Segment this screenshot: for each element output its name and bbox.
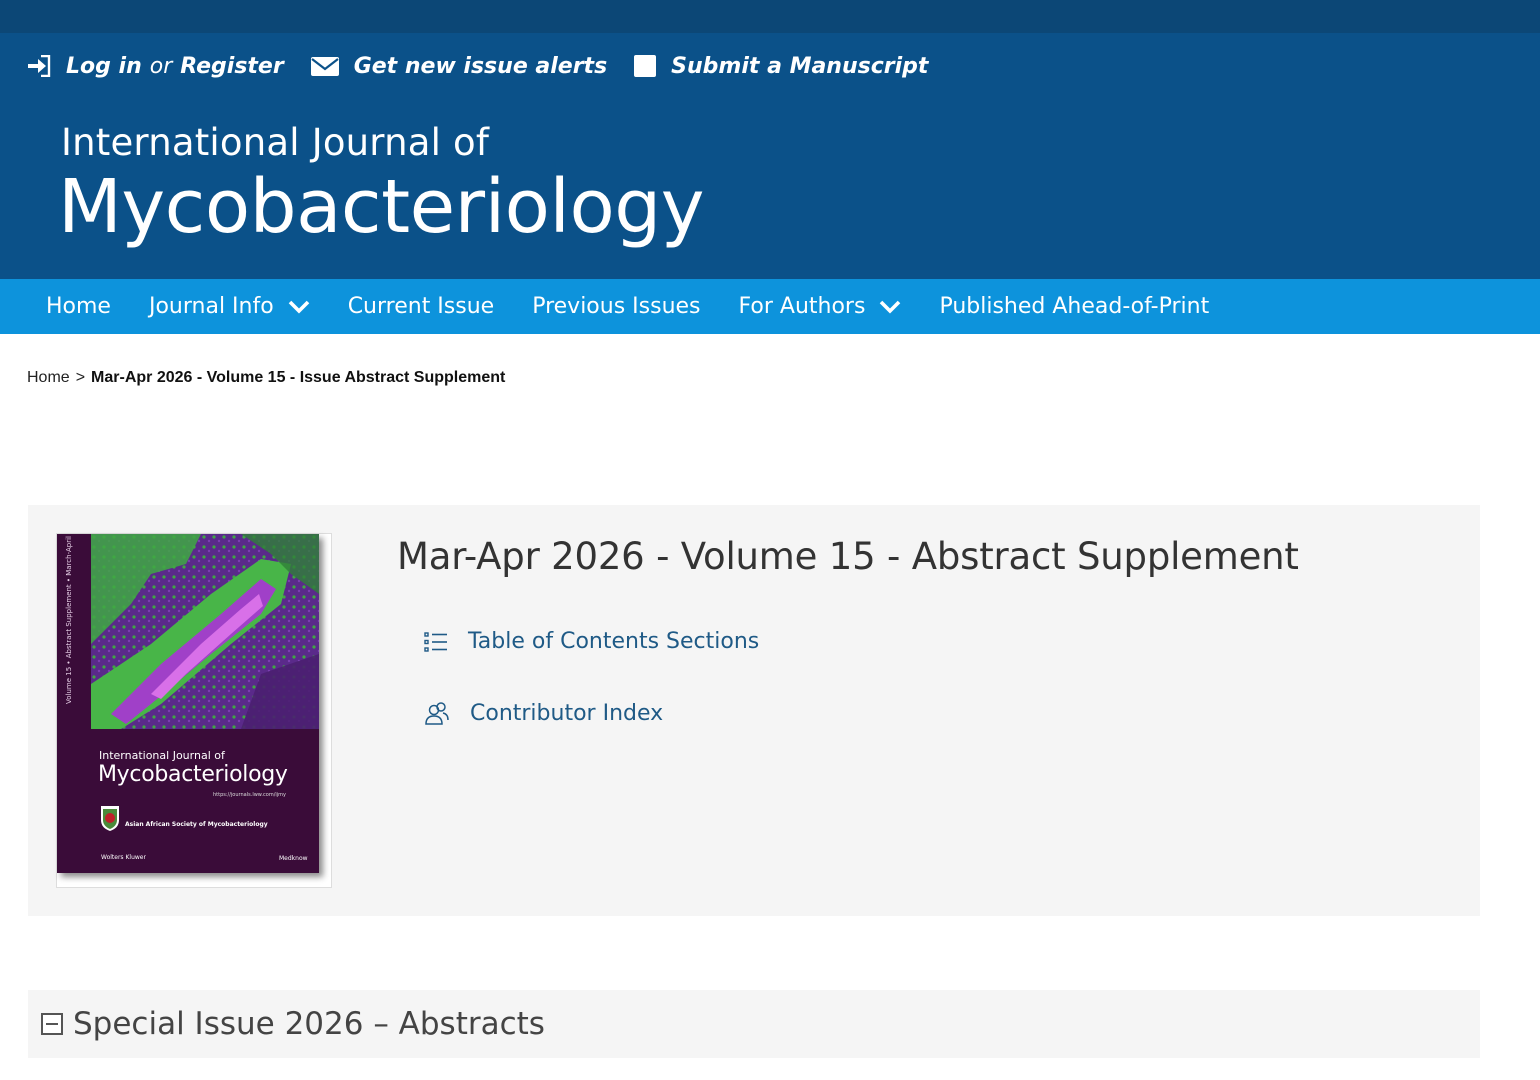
list-icon — [424, 631, 447, 652]
breadcrumb-home[interactable]: Home — [27, 369, 70, 386]
site-header: Log in or Register Get new issue alerts … — [0, 33, 1540, 279]
utility-bar: Log in or Register Get new issue alerts … — [26, 51, 954, 81]
cover-society: Asian African Society of Mycobacteriolog… — [125, 821, 268, 828]
sign-in-icon — [28, 55, 51, 77]
section-header[interactable]: Special Issue 2026 – Abstracts — [28, 990, 1480, 1058]
issue-cover[interactable]: Volume 15 • Abstract Supplement • March-… — [57, 534, 319, 873]
section-title: Special Issue 2026 – Abstracts — [73, 1006, 545, 1042]
cover-spine — [57, 534, 91, 729]
cover-spine-text: Volume 15 • Abstract Supplement • March-… — [65, 534, 73, 704]
register-link[interactable]: Register — [180, 54, 283, 79]
contributor-index-link[interactable]: Contributor Index — [424, 700, 663, 726]
collapse-icon[interactable] — [41, 1013, 63, 1035]
chevron-down-icon — [880, 300, 901, 314]
login-link[interactable]: Log in — [66, 54, 142, 79]
envelope-icon — [310, 57, 339, 76]
cover-imprint: Medknow — [279, 855, 308, 862]
chevron-down-icon — [288, 300, 309, 314]
submit-manuscript-link[interactable]: Submit a Manuscript — [671, 54, 928, 79]
breadcrumb-separator: > — [75, 369, 86, 386]
cover-subtitle: International Journal of — [99, 749, 225, 762]
breadcrumb-current: Mar-Apr 2026 - Volume 15 - Issue Abstrac… — [91, 369, 506, 386]
journal-title[interactable]: Mycobacteriology — [58, 163, 705, 252]
cover-frame[interactable]: Volume 15 • Abstract Supplement • March-… — [56, 533, 332, 888]
nav-home[interactable]: Home — [46, 294, 111, 319]
journal-supertitle: International Journal of — [61, 121, 490, 164]
users-icon — [425, 702, 449, 725]
main-nav: Home Journal Info Current Issue Previous… — [0, 279, 1540, 334]
manuscript-icon — [634, 55, 657, 77]
nav-ahead-of-print[interactable]: Published Ahead-of-Print — [939, 294, 1209, 319]
contributor-index-label: Contributor Index — [470, 700, 664, 726]
cover-title: Mycobacteriology — [98, 762, 288, 787]
issue-panel: Volume 15 • Abstract Supplement • March-… — [28, 505, 1480, 916]
cover-url: https://journals.lww.com/ijmy — [213, 792, 286, 798]
issue-alerts-link[interactable]: Get new issue alerts — [354, 54, 607, 79]
or-text: or — [149, 53, 173, 79]
society-seal-icon — [101, 806, 119, 831]
nav-current-issue[interactable]: Current Issue — [348, 294, 495, 319]
cover-micrograph — [91, 534, 319, 729]
nav-previous-issues[interactable]: Previous Issues — [532, 294, 700, 319]
breadcrumb: Home > Mar-Apr 2026 - Volume 15 - Issue Ab… — [27, 369, 505, 387]
cover-publisher: Wolters Kluwer — [101, 854, 146, 861]
issue-title: Mar-Apr 2026 - Volume 15 - Abstract Supp… — [397, 535, 1299, 578]
nav-journal-info[interactable]: Journal Info — [149, 294, 310, 319]
toc-sections-label: Table of Contents Sections — [468, 629, 760, 654]
nav-for-authors[interactable]: For Authors — [739, 294, 902, 319]
toc-sections-link[interactable]: Table of Contents Sections — [424, 629, 759, 654]
top-strip — [0, 0, 1540, 33]
